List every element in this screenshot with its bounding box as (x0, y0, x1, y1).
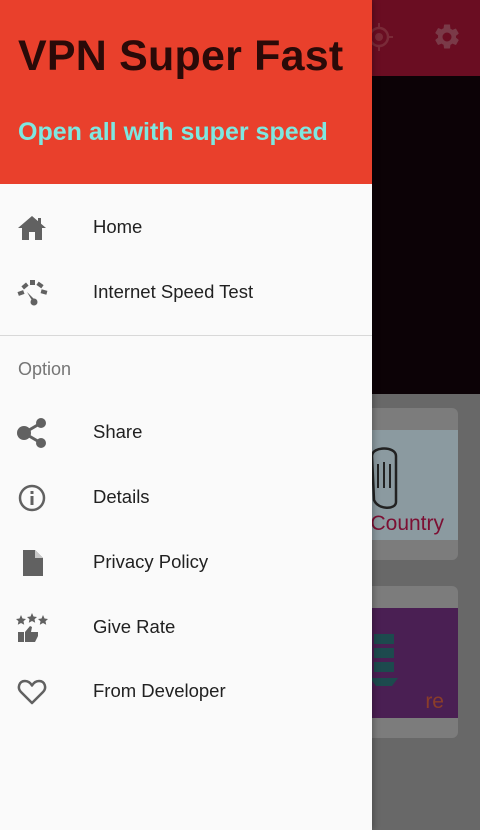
speedometer-icon (17, 280, 48, 306)
document-icon (23, 550, 43, 576)
menu-item-give-rate[interactable]: Give Rate (0, 596, 372, 660)
menu-item-speed-test[interactable]: Internet Speed Test (0, 261, 372, 325)
menu-label-share: Share (93, 421, 143, 442)
rate-stars-icon (16, 613, 48, 642)
server-icon (370, 634, 398, 686)
info-icon (18, 484, 46, 512)
share-icon (17, 418, 46, 448)
app-title: VPN Super Fast (18, 32, 344, 80)
home-icon (18, 216, 46, 240)
more-card-label: re (425, 690, 444, 713)
drawer-header: VPN Super Fast Open all with super speed (0, 0, 372, 184)
heart-icon (17, 679, 47, 705)
navigation-drawer: VPN Super Fast Open all with super speed… (0, 0, 372, 830)
hand-icon (370, 447, 398, 509)
country-card-label: Country (370, 512, 444, 535)
menu-item-from-developer[interactable]: From Developer (0, 660, 372, 724)
section-header-option: Option (18, 359, 72, 379)
menu-label-privacy-policy: Privacy Policy (93, 551, 209, 572)
menu-label-from-developer: From Developer (93, 680, 226, 701)
menu-item-home[interactable]: Home (0, 196, 372, 260)
menu-item-share[interactable]: Share (0, 401, 372, 465)
menu-label-home: Home (93, 216, 143, 237)
menu-label-details: Details (93, 486, 150, 507)
menu-item-details[interactable]: Details (0, 466, 372, 530)
app-subtitle: Open all with super speed (18, 118, 328, 146)
menu-label-give-rate: Give Rate (93, 616, 176, 637)
menu-item-privacy-policy[interactable]: Privacy Policy (0, 531, 372, 595)
divider (0, 335, 372, 336)
menu-label-speed-test: Internet Speed Test (93, 281, 254, 302)
gear-icon[interactable] (432, 22, 462, 52)
